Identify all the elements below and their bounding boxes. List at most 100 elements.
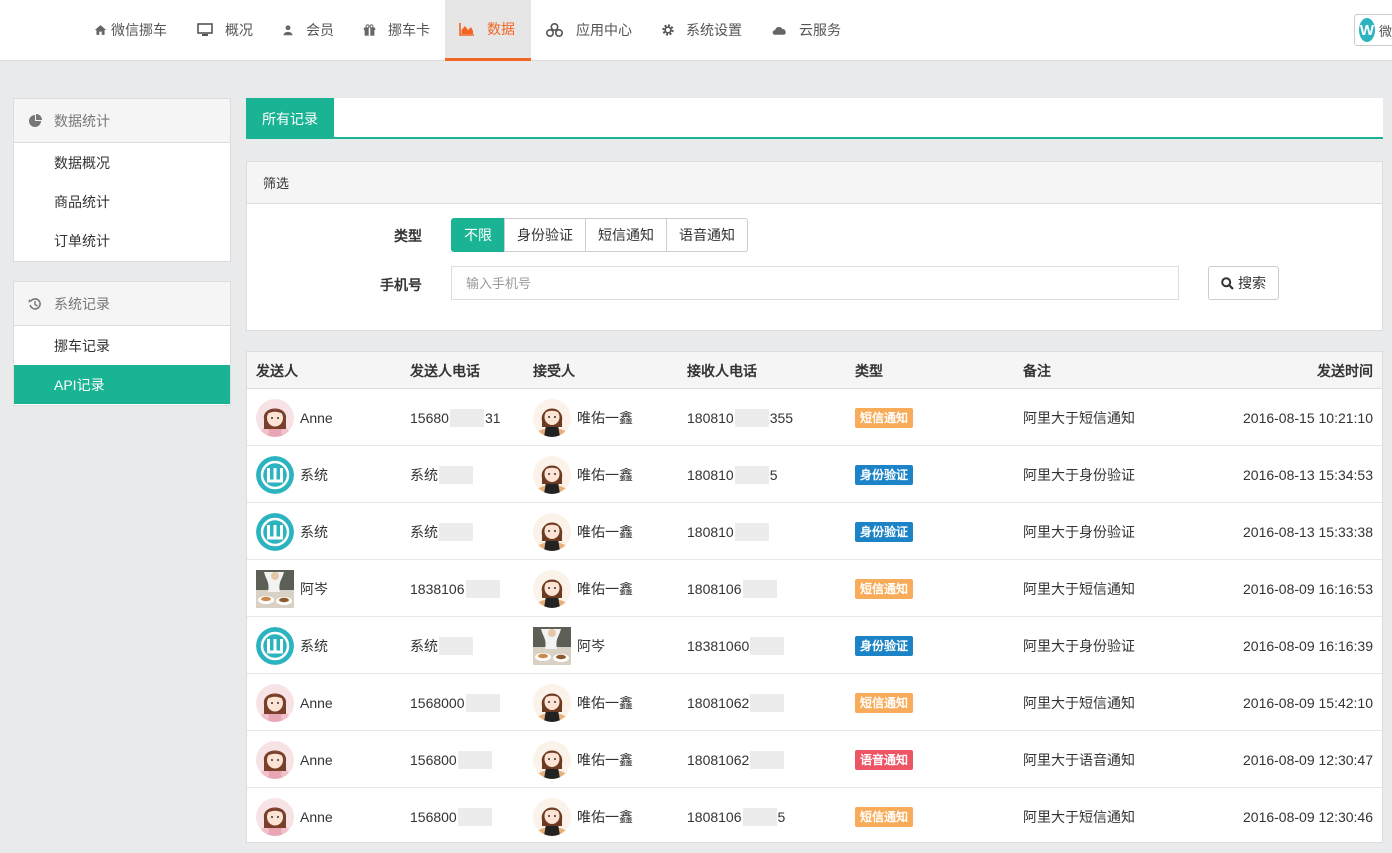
cell-receiver-phone: 1808106 5: [687, 788, 786, 842]
table-row: 阿岑 1838106 唯佑一鑫 1808106 短信通知 阿里大于短信通知 2016-08-…: [247, 560, 1382, 617]
nav-label: 挪车卡: [388, 22, 430, 38]
nav-item-cards[interactable]: 挪车卡: [363, 0, 430, 60]
th-note[interactable]: 备注: [1023, 352, 1051, 389]
sender-phone: 156800: [410, 808, 457, 825]
cell-sender: 系统: [256, 617, 328, 674]
sender-phone: 系统: [410, 466, 438, 483]
avatar[interactable]: [533, 512, 571, 551]
receiver-phone: 1808106: [687, 808, 742, 825]
sender-name: Anne: [300, 751, 333, 768]
sender-name: 阿岑: [300, 580, 328, 597]
sender-phone: 1838106: [410, 580, 465, 597]
receiver-name: 唯佑一鑫: [577, 580, 633, 597]
nav-item-settings[interactable]: 系统设置: [661, 0, 742, 60]
cell-type: 身份验证: [855, 446, 914, 503]
cubes-icon: [546, 23, 563, 37]
redaction-block: [439, 522, 473, 541]
cell-time: 2016-08-13 15:33:38: [1243, 523, 1373, 540]
avatar[interactable]: [256, 455, 294, 494]
cell-receiver: 阿岑: [533, 617, 605, 674]
sidebar-item-data-overview[interactable]: 数据概况: [14, 143, 230, 182]
cell-type: 短信通知: [855, 788, 914, 842]
redaction-block: [750, 636, 785, 655]
sidebar-item-product-stats[interactable]: 商品统计: [14, 182, 230, 221]
redaction-block: [465, 579, 500, 598]
cell-receiver-phone: 18381060: [687, 617, 785, 674]
avatar[interactable]: [256, 683, 294, 722]
brand-logo[interactable]: W 微: [1354, 14, 1392, 46]
nav-label: 数据: [487, 21, 515, 37]
receiver-phone-tail: 5: [769, 466, 778, 483]
redaction-block: [742, 579, 777, 598]
th-sender[interactable]: 发送人: [256, 352, 298, 389]
avatar[interactable]: [533, 398, 571, 437]
avatar[interactable]: [256, 626, 294, 665]
type-option-sms[interactable]: 短信通知: [585, 218, 667, 252]
th-receiver-phone[interactable]: 接收人电话: [687, 352, 757, 389]
type-option-voice[interactable]: 语音通知: [666, 218, 748, 252]
avatar[interactable]: [256, 740, 294, 779]
cell-note: 阿里大于身份验证: [1023, 637, 1135, 654]
nav-item-data[interactable]: 数据: [445, 0, 531, 61]
avatar[interactable]: [533, 683, 571, 722]
nav-label: 微信挪车: [111, 22, 167, 38]
cell-receiver: 唯佑一鑫: [533, 731, 633, 788]
cell-type: 身份验证: [855, 503, 914, 560]
type-label: 类型: [394, 228, 422, 244]
th-type[interactable]: 类型: [855, 352, 883, 389]
receiver-phone-tail: 5: [777, 808, 786, 825]
type-badge: 短信通知: [855, 407, 914, 428]
table-row: Anne 1568000 唯佑一鑫 18081062 短信通知 阿里大于短信通知 2016-…: [247, 674, 1382, 731]
sender-name: Anne: [300, 694, 333, 711]
cell-receiver-phone: 18081062: [687, 731, 785, 788]
receiver-phone-tail: 355: [769, 409, 794, 426]
history-icon: [28, 297, 41, 310]
type-badge: 短信通知: [855, 692, 914, 713]
th-sender-phone[interactable]: 发送人电话: [410, 352, 480, 389]
nav-item-app-center[interactable]: 应用中心: [545, 0, 632, 60]
cell-receiver: 唯佑一鑫: [533, 503, 633, 560]
avatar[interactable]: [256, 512, 294, 551]
avatar[interactable]: [533, 626, 571, 665]
avatar[interactable]: [533, 569, 571, 608]
cell-receiver: 唯佑一鑫: [533, 788, 633, 842]
phone-input[interactable]: [451, 266, 1179, 300]
search-button[interactable]: 搜索: [1208, 266, 1279, 300]
sidebar-group-records: 系统记录 挪车记录 API记录: [13, 281, 231, 406]
sidebar-item-order-stats[interactable]: 订单统计: [14, 221, 230, 260]
type-option-identity[interactable]: 身份验证: [504, 218, 586, 252]
type-option-all[interactable]: 不限: [451, 218, 505, 252]
avatar[interactable]: [533, 740, 571, 779]
avatar[interactable]: [256, 797, 294, 836]
sender-name: 系统: [300, 466, 328, 483]
sidebar-item-label: 挪车记录: [54, 337, 110, 354]
search-label: 搜索: [1238, 275, 1266, 291]
avatar[interactable]: [533, 455, 571, 494]
sidebar-group-header[interactable]: 数据统计: [14, 99, 230, 143]
sidebar-item-move-records[interactable]: 挪车记录: [14, 326, 230, 365]
nav-item-members[interactable]: 会员: [282, 0, 334, 60]
sidebar-group-header[interactable]: 系统记录: [14, 282, 230, 326]
sidebar-item-api-records[interactable]: API记录: [14, 365, 230, 404]
type-badge: 短信通知: [855, 806, 914, 827]
table-row: 系统 系统 唯佑一鑫 180810 5 身份验证 阿里大于身份验证 2016-08-13 15…: [247, 446, 1382, 503]
nav-item-overview[interactable]: 概况: [197, 0, 253, 60]
avatar[interactable]: [533, 797, 571, 836]
tab-all-records[interactable]: 所有记录: [246, 98, 334, 139]
cloud-icon: [772, 27, 786, 35]
cell-sender: Anne: [256, 788, 333, 842]
th-time[interactable]: 发送时间: [1317, 352, 1373, 389]
cell-receiver-phone: 180810: [687, 503, 770, 560]
filter-header: 筛选: [247, 162, 1382, 204]
nav-item-cloud[interactable]: 云服务: [771, 0, 841, 60]
avatar[interactable]: [256, 569, 294, 608]
avatar[interactable]: [256, 398, 294, 437]
nav-item-home[interactable]: 微信挪车: [94, 0, 167, 60]
receiver-phone: 18081062: [687, 751, 750, 768]
table-row: Anne 15680 31 唯佑一鑫 180810 355 短信通知 阿里大于短信通知 2016…: [247, 389, 1382, 446]
user-icon: [283, 25, 293, 36]
receiver-name: 唯佑一鑫: [577, 409, 633, 426]
cell-type: 短信通知: [855, 674, 914, 731]
th-receiver[interactable]: 接受人: [533, 352, 575, 389]
cell-time: 2016-08-09 12:30:46: [1243, 808, 1373, 825]
